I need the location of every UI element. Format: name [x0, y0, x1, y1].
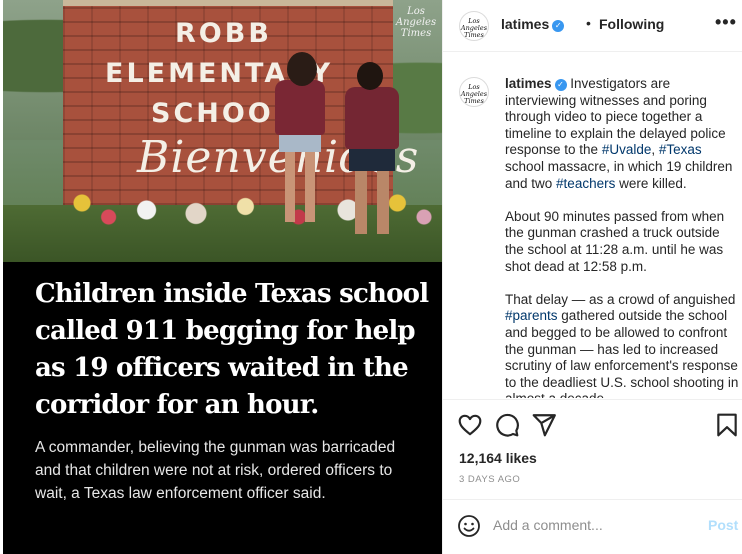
- la-times-watermark: Los Angeles Times: [395, 6, 437, 39]
- more-options-icon[interactable]: •••: [715, 12, 737, 33]
- username-text[interactable]: latimes: [501, 16, 549, 32]
- heart-icon[interactable]: [457, 412, 483, 438]
- post-side-panel: Los Angeles Times latimes ✓ • Following •…: [442, 0, 742, 554]
- following-button[interactable]: Following: [599, 16, 664, 32]
- caption-paragraph-1: latimes ✓ Investigators are interviewing …: [505, 76, 741, 192]
- caption-paragraph-2: About 90 minutes passed from when the gu…: [505, 208, 725, 274]
- header-separator: •: [586, 15, 591, 31]
- hashtag-link[interactable]: #teachers: [556, 176, 615, 191]
- smiley-icon[interactable]: [457, 514, 481, 538]
- post-comment-button[interactable]: Post: [708, 517, 738, 533]
- caption-verified-badge-icon: ✓: [554, 79, 567, 91]
- post-photo: ROBB ELEMENTARY SCHOOL Bienvenidos Los A…: [3, 0, 442, 262]
- caption-text: were killed.: [615, 175, 687, 191]
- sign-line-1: ROBB: [175, 18, 272, 49]
- verified-badge-icon: ✓: [552, 20, 565, 32]
- post-headline: Children inside Texas school called 911 …: [35, 279, 429, 420]
- comment-bar: Post: [443, 499, 742, 554]
- post-caption: latimes ✓ Investigators are interviewing …: [505, 76, 741, 398]
- caption-text: ,: [651, 142, 659, 158]
- likes-count[interactable]: 12,164 likes: [459, 450, 537, 466]
- photo-child-girl: [271, 52, 329, 232]
- caption-avatar[interactable]: Los Angeles Times: [459, 77, 489, 107]
- photo-child-boy: [343, 62, 403, 247]
- caption-paragraph-3: That delay — as a crowd of anguished #pa…: [505, 292, 741, 398]
- avatar[interactable]: Los Angeles Times: [459, 11, 489, 41]
- comment-bubble-icon[interactable]: [494, 412, 520, 438]
- comment-input[interactable]: [493, 512, 683, 538]
- post-dek: A commander, believing the gunman was ba…: [35, 439, 396, 502]
- headline-block: Children inside Texas school called 911 …: [3, 262, 442, 554]
- post-actions: 12,164 likes 3 DAYS AGO: [443, 399, 742, 499]
- caption-text: That delay — as a crowd of anguished: [505, 291, 736, 307]
- bookmark-icon[interactable]: [714, 412, 740, 438]
- caption-scroll-area[interactable]: Los Angeles Times latimes ✓ Investigators…: [443, 52, 742, 398]
- hashtag-link[interactable]: #Texas: [659, 142, 702, 157]
- post-header: Los Angeles Times latimes ✓ • Following •…: [443, 0, 742, 52]
- hashtag-link[interactable]: #parents: [505, 308, 558, 323]
- paper-plane-icon[interactable]: [531, 412, 557, 438]
- username-link[interactable]: latimes ✓: [501, 16, 565, 32]
- post-timestamp[interactable]: 3 DAYS AGO: [459, 474, 520, 485]
- hashtag-link[interactable]: #Uvalde: [602, 142, 652, 157]
- caption-username[interactable]: latimes: [505, 76, 552, 91]
- post-media[interactable]: ROBB ELEMENTARY SCHOOL Bienvenidos Los A…: [3, 0, 442, 554]
